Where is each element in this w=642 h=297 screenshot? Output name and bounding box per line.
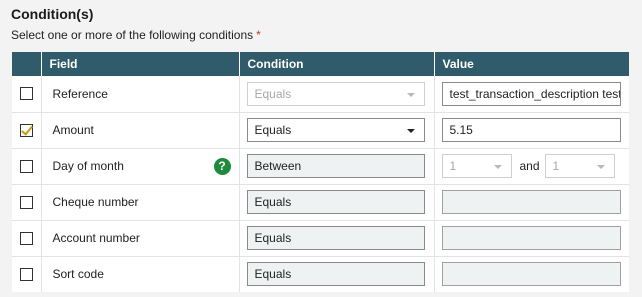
column-header-field: Field	[41, 52, 240, 76]
conditions-table: Field Condition Value Reference Equals t…	[12, 52, 629, 292]
and-label: and	[519, 159, 540, 173]
day-of-month-condition: Between	[246, 154, 425, 178]
field-cell: Day of month ?	[41, 148, 240, 185]
table-row: Cheque number Equals	[12, 184, 629, 221]
field-label: Sort code	[41, 256, 240, 292]
field-label: Day of month	[52, 159, 124, 173]
table-row: Amount Equals 5.15	[12, 112, 629, 149]
cheque-number-condition: Equals	[246, 190, 425, 214]
amount-condition-select[interactable]: Equals	[246, 118, 425, 142]
sort-code-checkbox[interactable]	[19, 267, 33, 281]
cheque-number-value-input	[441, 190, 621, 214]
field-label: Cheque number	[41, 184, 240, 221]
day-from-select: 1	[441, 154, 512, 178]
account-number-value-input	[441, 226, 621, 250]
reference-condition-select: Equals	[246, 81, 425, 106]
question-icon[interactable]: ?	[213, 157, 231, 175]
field-label: Account number	[41, 220, 240, 257]
amount-value-input[interactable]: 5.15	[441, 118, 621, 142]
reference-value-input[interactable]: test_transaction_description test	[441, 81, 621, 106]
column-header-condition: Condition	[239, 52, 435, 76]
table-row: Sort code Equals	[12, 256, 629, 292]
account-number-checkbox[interactable]	[19, 231, 33, 245]
table-row: Reference Equals test_transaction_descri…	[12, 76, 629, 113]
table-header-row: Field Condition Value	[12, 52, 629, 76]
chevron-down-icon	[493, 165, 502, 169]
day-to-select: 1	[544, 154, 615, 178]
chevron-down-icon	[406, 129, 415, 133]
day-of-month-checkbox[interactable]	[19, 159, 33, 173]
section-title: Condition(s)	[11, 6, 94, 22]
chevron-down-icon	[596, 165, 605, 169]
column-header-value: Value	[434, 52, 629, 76]
column-header-select	[12, 52, 42, 76]
chevron-down-icon	[406, 92, 415, 97]
table-row: Account number Equals	[12, 220, 629, 257]
sort-code-value-input	[441, 262, 621, 287]
reference-checkbox[interactable]	[19, 87, 33, 101]
sort-code-condition: Equals	[246, 262, 425, 287]
day-range: 1 and 1	[441, 154, 630, 178]
section-subtitle: Select one or more of the following cond…	[11, 28, 261, 42]
field-label: Reference	[41, 76, 240, 113]
table-row: Day of month ? Between 1 and 1	[12, 148, 630, 185]
field-label: Amount	[41, 112, 240, 149]
account-number-condition: Equals	[246, 226, 425, 250]
amount-checkbox[interactable]	[19, 123, 33, 137]
required-marker: *	[256, 28, 261, 42]
cheque-number-checkbox[interactable]	[19, 195, 33, 209]
